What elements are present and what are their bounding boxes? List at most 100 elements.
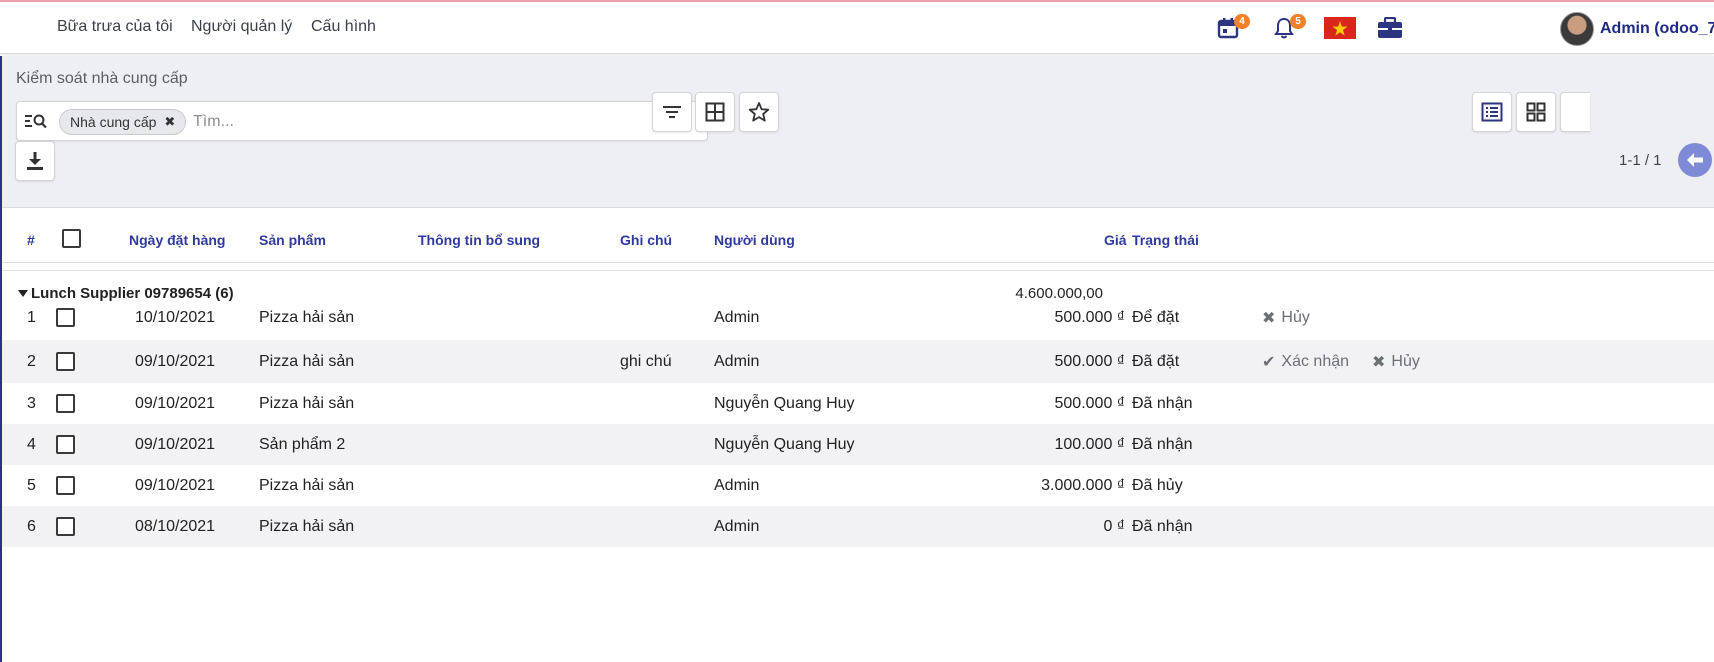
favorites-button[interactable]: [739, 92, 779, 132]
row-price: 100.000 ₫: [1054, 436, 1126, 453]
confirm-button[interactable]: ✔ Xác nhận: [1262, 352, 1349, 372]
arrow-left-icon: [1687, 153, 1703, 167]
search-facet: Nhà cung cấp ✖: [59, 109, 187, 135]
row-checkbox[interactable]: [56, 435, 75, 454]
facet-label: Nhà cung cấp: [70, 114, 157, 130]
row-index: 4: [27, 436, 36, 453]
menu-manager[interactable]: Người quản lý: [191, 18, 292, 36]
column-extra-info[interactable]: Thông tin bổ sung: [418, 232, 540, 248]
pager-previous-button[interactable]: [1678, 143, 1712, 177]
table-row[interactable]: 1 10/10/2021 Pizza hải sản Admin 500.000 ₫ Để…: [2, 296, 1714, 340]
row-order-date: 09/10/2021: [135, 436, 216, 453]
row-note: ghi chú: [620, 353, 672, 370]
cancel-button[interactable]: ✖ Hủy: [1372, 352, 1420, 372]
row-checkbox[interactable]: [56, 308, 75, 327]
column-note[interactable]: Ghi chú: [620, 232, 672, 248]
row-price: 500.000 ₫: [1054, 353, 1126, 370]
search-filter-icon: [25, 114, 47, 129]
select-all-checkbox[interactable]: [62, 229, 81, 248]
notification-button[interactable]: 5: [1264, 10, 1306, 46]
activity-button[interactable]: 4: [1208, 10, 1250, 46]
row-index: 2: [27, 353, 36, 370]
row-price: 500.000 ₫: [1054, 395, 1126, 412]
row-checkbox[interactable]: [56, 394, 75, 413]
row-product: Pizza hải sản: [259, 395, 355, 412]
top-navbar: Bữa trưa của tôi Người quản lý Cấu hình …: [0, 2, 1714, 54]
row-product: Pizza hải sản: [259, 518, 355, 535]
row-checkbox[interactable]: [56, 476, 75, 495]
row-state: Đã nhận: [1132, 395, 1193, 412]
star-icon: [748, 102, 770, 122]
row-order-date: 09/10/2021: [135, 477, 216, 494]
search-input[interactable]: [193, 110, 693, 134]
header-divider-secondary: [2, 270, 1714, 271]
table-row[interactable]: 2 09/10/2021 Pizza hải sản ghi chú Admin 500.…: [2, 340, 1714, 383]
filter-icon: [663, 106, 681, 118]
times-icon: ✖: [1262, 310, 1276, 327]
export-button[interactable]: [15, 141, 55, 181]
header-divider: [2, 262, 1714, 263]
column-index: #: [27, 232, 35, 248]
other-view-button[interactable]: [1560, 92, 1590, 132]
times-icon: ✖: [1372, 354, 1386, 371]
row-product: Sản phẩm 2: [259, 436, 346, 453]
column-user[interactable]: Người dùng: [714, 232, 795, 248]
row-user: Admin: [714, 518, 760, 535]
row-state: Đã nhận: [1132, 518, 1193, 535]
remove-facet-icon[interactable]: ✖: [164, 110, 175, 134]
row-user: Admin: [714, 477, 760, 494]
activity-count-badge: 4: [1234, 14, 1250, 29]
control-panel: Kiểm soát nhà cung cấp Nhà cung cấp ✖ Tì…: [2, 56, 1714, 208]
row-state: Đã hủy: [1132, 477, 1183, 494]
row-index: 5: [27, 477, 36, 494]
table-row[interactable]: 5 09/10/2021 Pizza hải sản Admin 3.000.000 ₫…: [2, 465, 1714, 506]
cancel-label: Hủy: [1281, 309, 1310, 326]
breadcrumb: Kiểm soát nhà cung cấp: [16, 70, 188, 87]
menu-my-lunch[interactable]: Bữa trưa của tôi: [57, 18, 173, 36]
row-product: Pizza hải sản: [259, 477, 355, 494]
row-price: 3.000.000 ₫: [1041, 477, 1125, 494]
table-row[interactable]: 6 08/10/2021 Pizza hải sản Admin 0 ₫ Đã nhận: [2, 506, 1714, 547]
company-switch[interactable]: [1370, 10, 1410, 46]
pager-value[interactable]: 1-1 / 1: [1619, 152, 1662, 169]
row-order-date: 09/10/2021: [135, 353, 216, 370]
column-price[interactable]: Giá: [1104, 232, 1127, 248]
kanban-view-button[interactable]: [1516, 92, 1556, 132]
column-state[interactable]: Trạng thái: [1132, 232, 1199, 248]
kanban-view-icon: [1526, 102, 1546, 122]
row-user: Admin: [714, 353, 760, 370]
row-order-date: 10/10/2021: [135, 309, 216, 326]
cancel-button[interactable]: ✖ Hủy: [1262, 308, 1310, 328]
download-icon: [27, 152, 43, 170]
notification-count-badge: 5: [1290, 14, 1306, 29]
row-product: Pizza hải sản: [259, 309, 355, 326]
column-product[interactable]: Sản phẩm: [259, 232, 326, 248]
row-state: Để đặt: [1132, 309, 1180, 326]
user-avatar[interactable]: [1560, 12, 1594, 46]
row-state: Đã nhận: [1132, 436, 1193, 453]
row-user: Nguyễn Quang Huy: [714, 395, 855, 412]
cancel-label: Hủy: [1391, 353, 1420, 370]
list-view-icon: [1481, 102, 1503, 122]
list-view-button[interactable]: [1472, 92, 1512, 132]
row-index: 6: [27, 518, 36, 535]
language-switch[interactable]: [1320, 10, 1360, 46]
table-row[interactable]: 4 09/10/2021 Sản phẩm 2 Nguyễn Quang Huy 100…: [2, 424, 1714, 465]
check-icon: ✔: [1262, 354, 1276, 371]
search-bar[interactable]: Nhà cung cấp ✖: [16, 101, 708, 141]
row-checkbox[interactable]: [56, 352, 75, 371]
row-state: Đã đặt: [1132, 353, 1180, 370]
row-order-date: 08/10/2021: [135, 518, 216, 535]
group-by-icon: [705, 102, 725, 122]
group-by-button[interactable]: [695, 92, 735, 132]
row-price: 0 ₫: [1103, 518, 1125, 535]
row-product: Pizza hải sản: [259, 353, 355, 370]
row-checkbox[interactable]: [56, 517, 75, 536]
user-menu-name[interactable]: Admin (odoo_70: [1600, 20, 1714, 38]
table-row[interactable]: 3 09/10/2021 Pizza hải sản Nguyễn Quang Huy…: [2, 383, 1714, 424]
menu-configuration[interactable]: Cấu hình: [311, 18, 376, 36]
filter-button[interactable]: [652, 92, 692, 132]
confirm-label: Xác nhận: [1281, 353, 1350, 370]
row-user: Nguyễn Quang Huy: [714, 436, 855, 453]
column-order-date[interactable]: Ngày đặt hàng: [129, 232, 225, 248]
